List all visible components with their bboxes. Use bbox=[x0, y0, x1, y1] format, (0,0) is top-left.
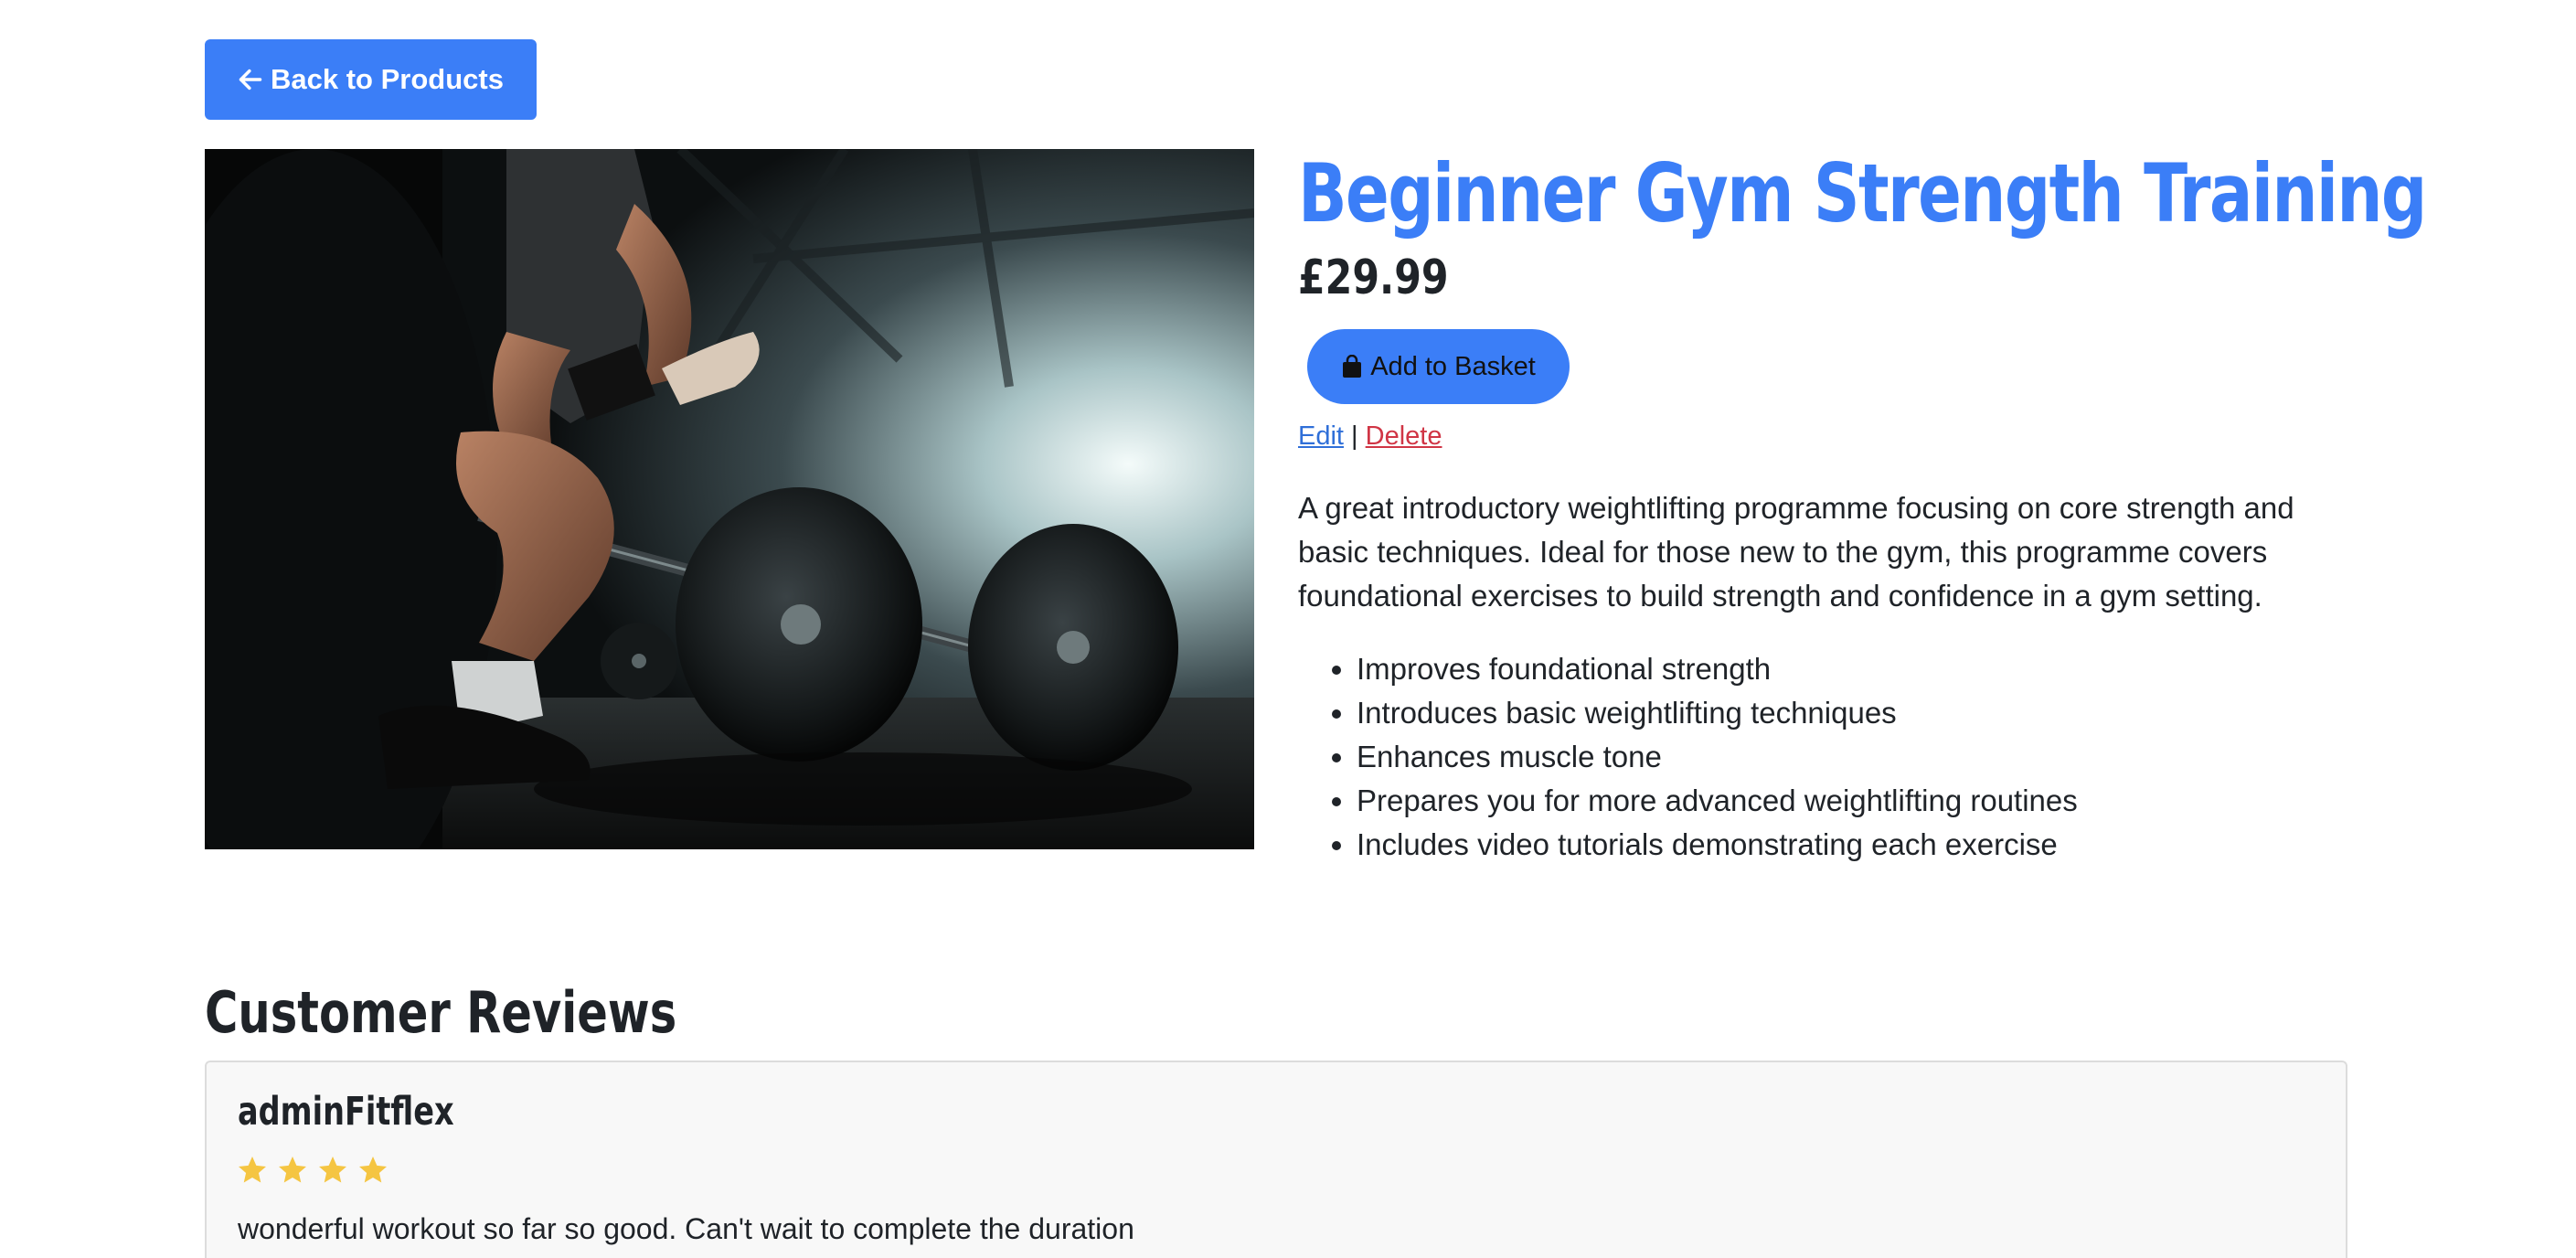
product-title: Beginner Gym Strength Training bbox=[1298, 146, 2427, 240]
feature-item: Introduces basic weightlifting technique… bbox=[1357, 691, 2078, 735]
add-to-basket-button[interactable]: Add to Basket bbox=[1307, 329, 1570, 404]
link-separator: | bbox=[1351, 421, 1358, 451]
edit-link[interactable]: Edit bbox=[1298, 421, 1344, 451]
feature-list: Improves foundational strength Introduce… bbox=[1298, 647, 2078, 867]
product-price: £29.99 bbox=[1298, 251, 1449, 305]
review-rating bbox=[236, 1154, 389, 1191]
review-card: adminFitflex wonderful workout so far so… bbox=[205, 1061, 2347, 1258]
admin-links: Edit | Delete bbox=[1298, 420, 1442, 453]
back-to-products-button[interactable]: Back to Products bbox=[205, 39, 537, 120]
review-text: wonderful workout so far so good. Can't … bbox=[238, 1212, 1134, 1245]
star-icon bbox=[236, 1154, 269, 1191]
shopping-bag-icon bbox=[1341, 355, 1363, 378]
review-author: adminFitflex bbox=[238, 1089, 454, 1135]
product-description: A great introductory weightlifting progr… bbox=[1298, 491, 2294, 613]
arrow-left-icon bbox=[238, 67, 263, 92]
reviews-heading: Customer Reviews bbox=[205, 979, 677, 1046]
star-icon bbox=[276, 1154, 309, 1191]
delete-link[interactable]: Delete bbox=[1366, 421, 1442, 451]
feature-item: Improves foundational strength bbox=[1357, 647, 2078, 691]
add-to-basket-label: Add to Basket bbox=[1370, 351, 1536, 381]
feature-item: Enhances muscle tone bbox=[1357, 735, 2078, 779]
star-icon bbox=[316, 1154, 349, 1191]
feature-item: Includes video tutorials demonstrating e… bbox=[1357, 823, 2078, 867]
feature-item: Prepares you for more advanced weightlif… bbox=[1357, 779, 2078, 823]
star-icon bbox=[357, 1154, 389, 1191]
product-detail-page: Back to Products Beginner Gym Strength T… bbox=[0, 0, 2576, 1258]
product-image bbox=[205, 149, 1254, 849]
back-button-label: Back to Products bbox=[271, 63, 504, 95]
